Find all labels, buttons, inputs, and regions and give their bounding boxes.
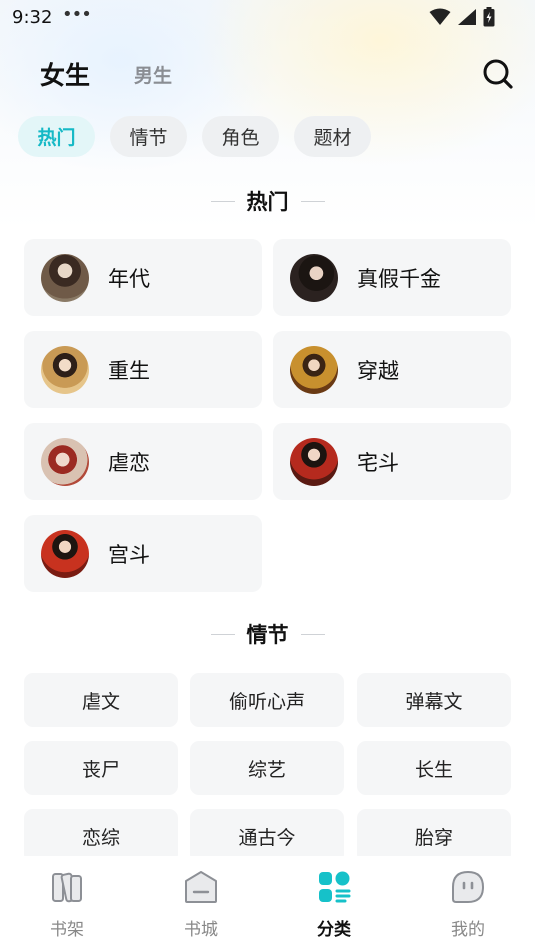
nav-profile[interactable]: 我的 xyxy=(423,868,513,940)
hot-item-label: 年代 xyxy=(108,266,150,291)
nav-label: 分类 xyxy=(317,920,351,940)
nav-label: 书城 xyxy=(184,920,218,940)
hot-item-time-travel[interactable]: 穿越 xyxy=(273,331,511,408)
hot-item-palace-intrigue[interactable]: 宫斗 xyxy=(24,515,262,592)
hot-item-label: 穿越 xyxy=(357,358,399,383)
profile-icon xyxy=(452,870,485,903)
chip-label: 热门 xyxy=(37,127,76,149)
chip-label: 角色 xyxy=(221,127,260,149)
hot-item-true-false-heiress[interactable]: 真假千金 xyxy=(273,239,511,316)
avatar-tragic-love xyxy=(41,437,89,486)
plot-item[interactable]: 偷听心声 xyxy=(190,673,344,727)
plot-item[interactable]: 弹幕文 xyxy=(357,673,511,727)
plot-item[interactable]: 胎穿 xyxy=(357,809,511,863)
divider xyxy=(210,200,235,202)
plot-item[interactable]: 通古今 xyxy=(190,809,344,863)
divider xyxy=(300,633,325,635)
avatar-palace-intrigue xyxy=(41,529,89,578)
nav-bookstore[interactable]: 书城 xyxy=(156,868,246,940)
category-chips: 热门 情节 角色 题材 xyxy=(18,116,371,157)
chip-label: 题材 xyxy=(313,127,352,149)
chip-plot[interactable]: 情节 xyxy=(110,116,187,157)
section-title-text: 情节 xyxy=(246,623,289,647)
avatar-rebirth xyxy=(41,345,89,394)
plot-item[interactable]: 丧尸 xyxy=(24,741,178,795)
gender-header: 女生 男生 xyxy=(0,50,535,100)
hot-item-label: 宅斗 xyxy=(357,450,399,475)
hot-item-tragic-love[interactable]: 虐恋 xyxy=(24,423,262,500)
bookstore-icon xyxy=(185,871,217,903)
tab-male[interactable]: 男生 xyxy=(134,61,172,88)
battery-icon xyxy=(483,7,495,27)
divider xyxy=(210,633,235,635)
hot-item-rebirth[interactable]: 重生 xyxy=(24,331,262,408)
chip-role[interactable]: 角色 xyxy=(202,116,279,157)
category-icon xyxy=(319,871,351,903)
nav-label: 书架 xyxy=(50,920,84,940)
chip-label: 情节 xyxy=(129,127,168,149)
bottom-nav: 书架 书城 分类 我的 xyxy=(0,856,535,951)
hot-item-label: 真假千金 xyxy=(357,266,441,291)
status-icons xyxy=(429,7,495,27)
divider xyxy=(300,200,325,202)
search-icon[interactable] xyxy=(480,56,516,92)
avatar-household-intrigue xyxy=(290,437,338,486)
wifi-icon xyxy=(429,8,451,25)
signal-icon xyxy=(458,9,476,25)
hot-item-label: 宫斗 xyxy=(108,542,150,567)
hot-item-label: 重生 xyxy=(108,358,150,383)
chip-theme[interactable]: 题材 xyxy=(294,116,371,157)
plot-item[interactable]: 虐文 xyxy=(24,673,178,727)
hot-item-household-intrigue[interactable]: 宅斗 xyxy=(273,423,511,500)
plot-item[interactable]: 长生 xyxy=(357,741,511,795)
notification-dots-icon: ••• xyxy=(62,4,92,25)
chip-hot[interactable]: 热门 xyxy=(18,116,95,157)
plot-item[interactable]: 综艺 xyxy=(190,741,344,795)
plot-item[interactable]: 恋综 xyxy=(24,809,178,863)
tab-female[interactable]: 女生 xyxy=(40,56,90,92)
avatar-era xyxy=(41,253,89,302)
nav-bookshelf[interactable]: 书架 xyxy=(22,868,112,940)
avatar-true-false-heiress xyxy=(290,253,338,302)
section-title-text: 热门 xyxy=(246,190,289,214)
bookshelf-icon xyxy=(52,872,82,903)
nav-label: 我的 xyxy=(451,920,485,940)
section-title-plot: 情节 xyxy=(0,619,535,649)
nav-category[interactable]: 分类 xyxy=(289,868,379,940)
hot-item-label: 虐恋 xyxy=(108,450,150,475)
section-title-hot: 热门 xyxy=(0,186,535,216)
hot-item-era[interactable]: 年代 xyxy=(24,239,262,316)
status-bar: 9:32 ••• xyxy=(0,0,535,36)
avatar-time-travel xyxy=(290,345,338,394)
status-time: 9:32 xyxy=(12,7,53,28)
